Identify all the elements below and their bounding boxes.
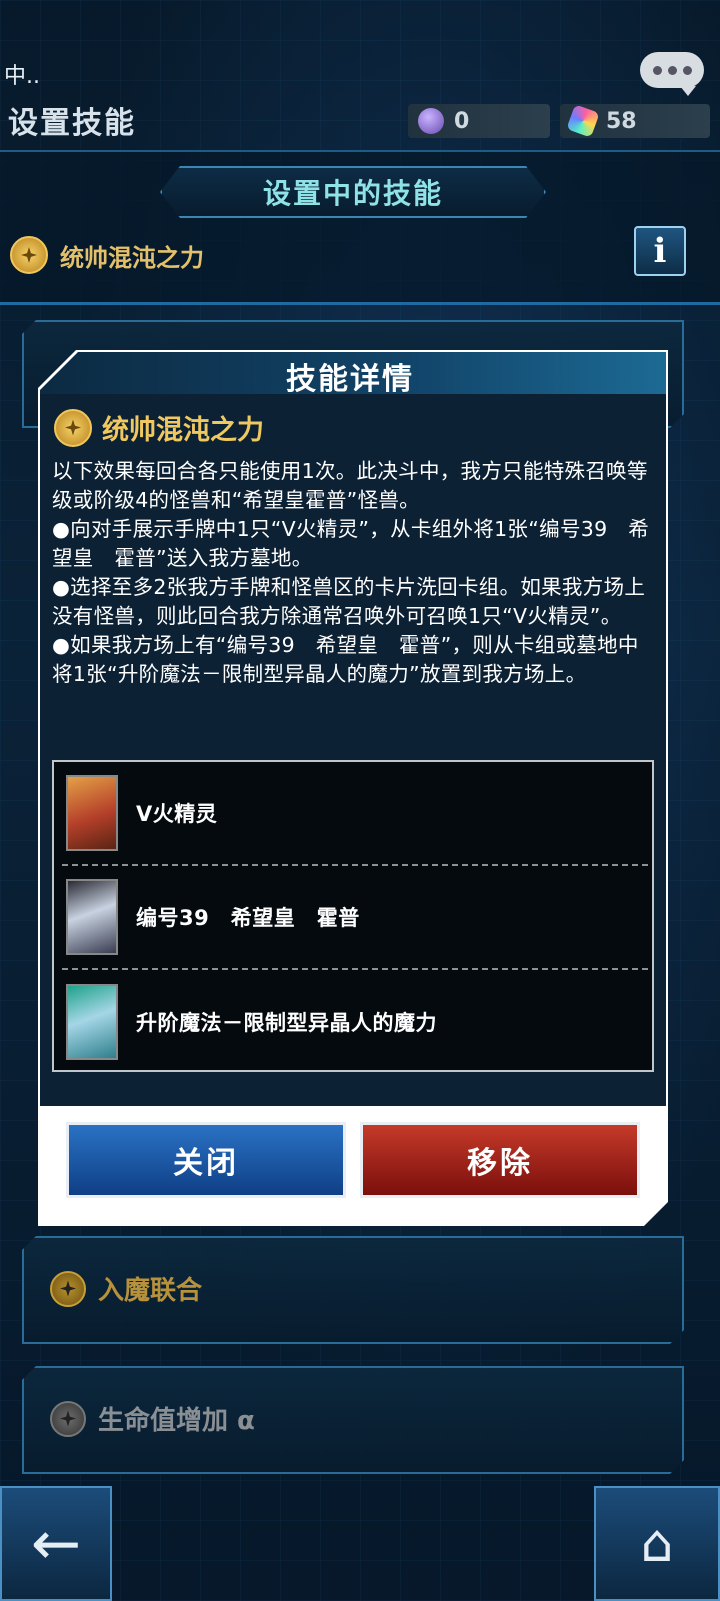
card-row[interactable]: V火精灵 [62, 762, 648, 866]
card-art-icon [66, 879, 118, 955]
skill-star-icon [54, 408, 92, 447]
card-name: V火精灵 [136, 802, 218, 826]
active-skill-name: 统帅混沌之力 [60, 243, 204, 272]
skill-description: 以下效果每回合各只能使用1次。此决斗中，我方只能特殊召唤等级或阶级4的怪兽和“希… [52, 459, 650, 686]
gem-currency: 58 [560, 104, 710, 138]
card-name: 升阶魔法－限制型异晶人的魔力 [136, 1011, 437, 1035]
section-title: 设置中的技能 [160, 166, 546, 218]
modal-title: 技能详情 [286, 362, 414, 397]
card-art-icon [66, 984, 118, 1060]
card-row[interactable]: 升阶魔法－限制型异晶人的魔力 [62, 970, 648, 1074]
gem-count: 58 [606, 108, 637, 134]
skill-name: 生命值增加 α [98, 1406, 255, 1436]
skill-name: 入魔联合 [98, 1276, 203, 1306]
close-button[interactable]: 关闭 [66, 1122, 346, 1198]
skill-star-icon [10, 236, 48, 274]
orb-icon [418, 108, 444, 134]
modal-skill-name: 统帅混沌之力 [102, 415, 264, 446]
skill-star-icon [50, 1270, 86, 1307]
home-icon[interactable]: ⌂ [594, 1486, 720, 1601]
skill-star-icon [50, 1400, 86, 1437]
orb-currency: 0 [408, 104, 550, 138]
status-text: 中.. [4, 64, 40, 89]
skill-list-label: 入魔联合 [50, 1270, 202, 1307]
modal-skill-header: 统帅混沌之力 [54, 408, 264, 447]
skill-list-label: 生命值增加 α [50, 1400, 255, 1437]
orb-count: 0 [454, 108, 470, 134]
back-arrow-icon[interactable]: ← [0, 1486, 112, 1601]
card-row[interactable]: 编号39 希望皇 霍普 [62, 866, 648, 970]
gem-icon [566, 104, 600, 138]
active-skill[interactable]: 统帅混沌之力 [10, 236, 204, 274]
chat-icon[interactable] [640, 52, 704, 96]
card-art-icon [66, 775, 118, 851]
remove-button[interactable]: 移除 [360, 1122, 640, 1198]
page-title: 设置技能 [8, 106, 136, 141]
card-list: V火精灵 编号39 希望皇 霍普 升阶魔法－限制型异晶人的魔力 [52, 760, 654, 1072]
info-button[interactable]: i [634, 226, 686, 276]
card-name: 编号39 希望皇 霍普 [136, 906, 360, 930]
